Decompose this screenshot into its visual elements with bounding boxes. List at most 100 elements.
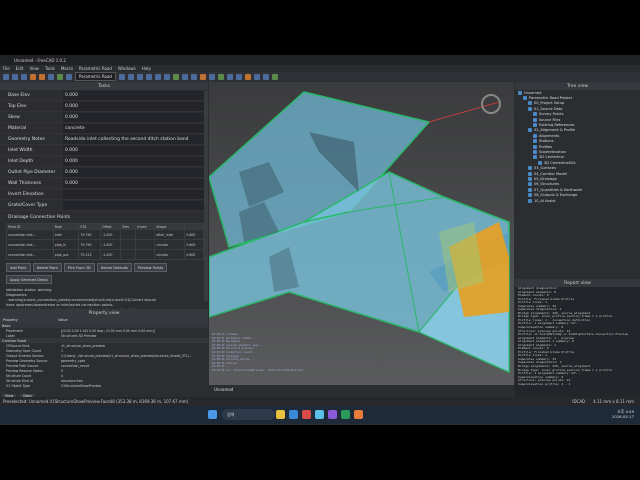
view-right-icon[interactable]	[163, 73, 170, 80]
property-row[interactable]: Geometry Spec Count 1	[0, 348, 208, 353]
save-icon[interactable]	[21, 73, 27, 80]
box-select-icon[interactable]	[181, 73, 188, 80]
app2-icon[interactable]	[354, 410, 363, 419]
structure-icon[interactable]	[226, 73, 233, 80]
menu-macro[interactable]: Macro	[61, 66, 73, 71]
table-cell[interactable]: circular	[154, 239, 186, 250]
property-row[interactable]: Label Structures 3D Preview	[0, 333, 208, 338]
open-icon[interactable]	[12, 73, 18, 80]
table-cell[interactable]: 79.213	[78, 249, 102, 260]
fit-selection-icon[interactable]	[127, 73, 134, 80]
property-value-field[interactable]: 0.000	[63, 112, 208, 122]
app-icon[interactable]	[328, 410, 337, 419]
table-cell[interactable]	[120, 229, 137, 240]
table-cell[interactable]: pipe_in	[52, 239, 80, 250]
chrome-icon[interactable]	[302, 410, 311, 419]
property-value-field[interactable]: 0.000	[63, 156, 208, 166]
drainage-icon[interactable]	[235, 73, 242, 80]
property-value[interactable]: 0	[61, 369, 208, 373]
table-cell[interactable]: 0.600	[184, 229, 204, 240]
point-action-button[interactable]: Add Point	[6, 263, 31, 272]
ai-assist-icon[interactable]	[271, 73, 278, 80]
property-value[interactable]: v1_structure_show_preview	[61, 344, 208, 348]
record-icon[interactable]	[66, 73, 72, 80]
table-cell[interactable]: ditch_inlet	[154, 229, 186, 240]
property-row[interactable]: Preview Path Source connection_result	[0, 363, 208, 368]
property-value-field[interactable]: concrete	[63, 123, 208, 133]
menu-view[interactable]: View	[29, 66, 39, 71]
property-value-field[interactable]: 0.000	[63, 145, 208, 155]
property-value[interactable]: 4	[61, 374, 208, 378]
new-icon[interactable]	[3, 73, 9, 80]
property-row[interactable]: Placement [(0.00 0.00 1.00) 0.00 deg ; (0…	[0, 328, 208, 333]
property-value[interactable]: 1	[61, 349, 208, 353]
point-action-button[interactable]: Derive Defaults	[96, 263, 132, 272]
nav-style[interactable]: IDCAD	[572, 399, 585, 404]
start-icon[interactable]	[208, 410, 217, 419]
fit-all-icon[interactable]	[118, 73, 125, 80]
view-iso-icon[interactable]	[136, 73, 143, 80]
view-top-icon[interactable]	[154, 73, 161, 80]
macro-icon[interactable]	[57, 73, 63, 80]
menu-file[interactable]: File	[3, 66, 10, 71]
property-value[interactable]: C:/Users/.../structure_preview/v1_struct…	[61, 354, 208, 358]
edge-icon[interactable]	[289, 410, 298, 419]
menu-parametric-road[interactable]: Parametric Road	[79, 66, 112, 71]
property-row[interactable]: Structure Kind Id structure.free	[0, 378, 208, 383]
property-row[interactable]: V1 Object Type V1StructureShowPreview	[0, 383, 208, 388]
table-cell[interactable]	[135, 229, 156, 240]
table-row[interactable]: connection-inle... inlet 79.790 -1.000 ditch…	[6, 229, 204, 240]
table-cell[interactable]	[135, 239, 156, 250]
clock[interactable]: 오후 4:49 2026-05-17	[612, 409, 634, 419]
tasks-scrollbar[interactable]	[204, 91, 208, 301]
table-cell[interactable]: connection-inle...	[6, 229, 54, 240]
terminal-icon[interactable]	[341, 410, 350, 419]
alignment-icon[interactable]	[199, 73, 206, 80]
property-value[interactable]: geometry_spec	[61, 359, 208, 363]
undo-icon[interactable]	[30, 73, 36, 80]
property-value-field[interactable]	[63, 189, 208, 199]
menu-windows[interactable]: Windows	[118, 66, 136, 71]
refresh-icon[interactable]	[48, 73, 54, 80]
table-cell[interactable]: -1.000	[100, 249, 122, 260]
property-row[interactable]: CRSource Kind v1_structure_show_preview	[0, 343, 208, 348]
redo-icon[interactable]	[39, 73, 45, 80]
freecad-taskbar-icon[interactable]	[315, 410, 324, 419]
menu-edit[interactable]: Edit	[16, 66, 24, 71]
menu-help[interactable]: Help	[142, 66, 151, 71]
explorer-icon[interactable]	[276, 410, 285, 419]
table-row[interactable]: connection-inle... pipe_out 79.213 -1.000 ci…	[6, 249, 204, 260]
property-value-field[interactable]	[63, 200, 208, 210]
surface-icon[interactable]	[244, 73, 251, 80]
table-cell[interactable]: -1.000	[100, 229, 122, 240]
point-action-button[interactable]: Delete Point	[32, 263, 62, 272]
property-row[interactable]: Output Schema Version C:/Users/.../struct…	[0, 353, 208, 358]
table-cell[interactable]	[120, 249, 137, 260]
quantity-icon[interactable]	[253, 73, 260, 80]
property-value[interactable]: [(0.00 0.00 1.00) 0.00 deg ; (0.00 mm 0.…	[61, 329, 208, 333]
property-value-field[interactable]: 0.000	[63, 101, 208, 111]
property-value[interactable]: Structures 3D Preview	[61, 334, 208, 338]
table-cell[interactable]: 0.600	[184, 239, 204, 250]
table-row[interactable]: connection-inle... pipe_in 79.790 -1.000 cir…	[6, 239, 204, 250]
profile-icon[interactable]	[208, 73, 215, 80]
view-front-icon[interactable]	[145, 73, 152, 80]
table-cell[interactable]: pipe_out	[52, 249, 80, 260]
viewport-tab[interactable]: Unnamed	[214, 387, 233, 392]
tree-item[interactable]: 10_AI Assist	[515, 198, 640, 203]
property-row[interactable]: Preview Geometry Source geometry_spec	[0, 358, 208, 363]
table-cell[interactable]: 0.600	[184, 249, 204, 260]
property-value[interactable]: connection_result	[61, 364, 208, 368]
table-cell[interactable]	[120, 239, 137, 250]
point-action-button[interactable]: Preview Points	[133, 263, 168, 272]
property-value[interactable]: structure.free	[61, 379, 208, 383]
workbench-selector[interactable]: Parametric Road	[75, 72, 116, 81]
table-cell[interactable]: 79.790	[78, 239, 102, 250]
table-cell[interactable]: connection-inle...	[6, 249, 54, 260]
property-value-field[interactable]: 0.000	[63, 178, 208, 188]
table-cell[interactable]: 79.790	[78, 229, 102, 240]
3d-viewport[interactable]: 16:38:41 Trimmed... 16:38:41 Workbench lo…	[209, 82, 514, 385]
property-value[interactable]: V1StructureShowPreview	[61, 384, 208, 388]
measure-icon[interactable]	[172, 73, 179, 80]
property-value-field[interactable]: 0.000	[63, 90, 208, 100]
